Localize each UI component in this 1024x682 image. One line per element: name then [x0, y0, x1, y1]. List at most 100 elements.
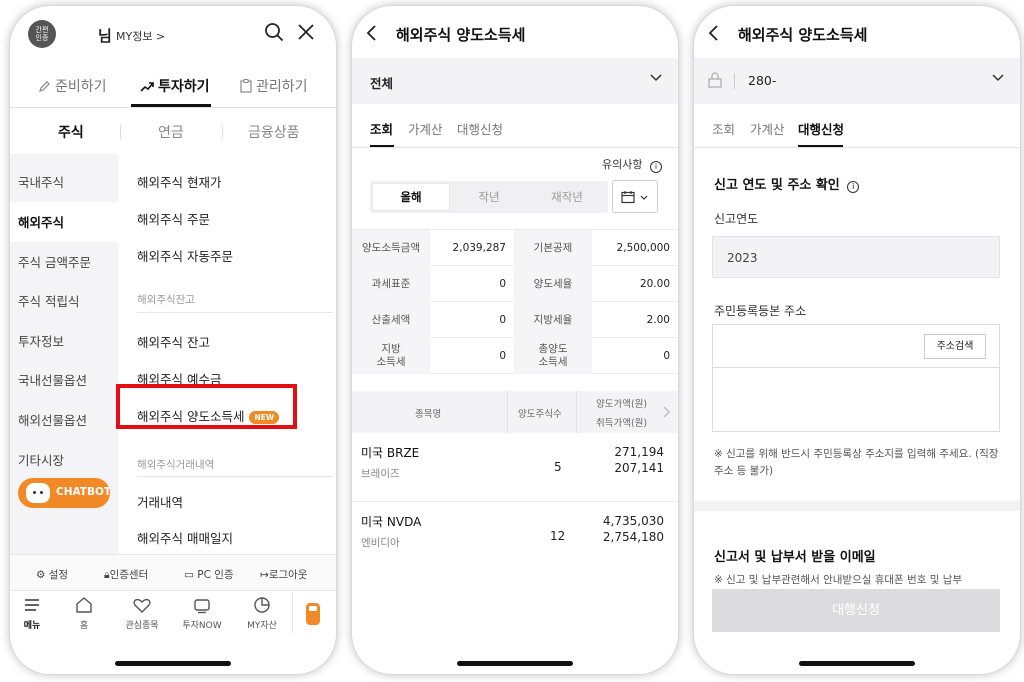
holding-row[interactable]: 미국 NVDA 엔비디아 12 4,735,030 2,754,180: [352, 503, 678, 571]
utility-links: ⚙ 설정 🔒︎인증센터 ▭ PC 인증 ↦로그아웃: [10, 554, 336, 590]
menu-overseas-price[interactable]: 해외주식 현재가: [137, 172, 221, 191]
period-selector: 올해 작년 재작년: [370, 181, 608, 213]
holdings-header-sell: 양도가액(원): [596, 399, 648, 410]
notice-label: 유의사항: [602, 158, 643, 171]
active-tab-indicator: [370, 145, 394, 147]
subtab-financial-products[interactable]: 금융상품: [248, 122, 300, 142]
tabbar-watchlist[interactable]: 관심종목: [112, 595, 172, 631]
logout-link[interactable]: ↦로그아웃: [260, 567, 307, 582]
avatar[interactable]: 간편 인증: [28, 20, 56, 48]
page-title: 해외주식 양도소득세: [396, 26, 526, 44]
tab-estimate[interactable]: 가계산: [408, 119, 443, 138]
agency-request-button[interactable]: 대행신청: [712, 589, 1000, 632]
home-icon: [74, 595, 94, 615]
tab-agency-request[interactable]: 대행신청: [798, 119, 844, 138]
account-dropdown-value: 전체: [370, 76, 394, 91]
settings-label: 설정: [48, 569, 69, 581]
tax-summary-table: 양도소득금액 2,039,287 기본공제 2,500,000 과세표준 0 양…: [352, 229, 678, 374]
divider: [222, 125, 223, 139]
tab-inquiry[interactable]: 조회: [370, 119, 393, 138]
period-two-years-ago[interactable]: 재작년: [529, 184, 605, 210]
tabbar-invest-now[interactable]: 투자NOW: [172, 595, 232, 631]
holdings-header-buy: 취득가액(원): [596, 418, 648, 429]
tabbar-my-assets[interactable]: MY자산: [232, 595, 292, 631]
account-dropdown[interactable]: 전체: [352, 58, 678, 104]
trend-icon: [140, 81, 154, 97]
page-title: 해외주식 양도소득세: [738, 26, 868, 44]
menu-overseas-auto-order[interactable]: 해외주식 자동주문: [137, 246, 233, 265]
menu-transaction-history[interactable]: 거래내역: [137, 492, 183, 511]
category-amount-order[interactable]: 주식 금액주문: [18, 252, 91, 271]
subtab-stock[interactable]: 주식: [58, 122, 84, 142]
summary-value: 0: [499, 278, 506, 290]
summary-label: 과세표준: [352, 266, 430, 302]
my-info-link[interactable]: MY정보 >: [116, 28, 165, 44]
tab-prepare[interactable]: 준비하기: [38, 76, 107, 97]
table-row: 산출세액 0 지방세율 2.00: [352, 302, 678, 338]
phone-tax-inquiry-screen: 해외주식 양도소득세 전체 조회 가계산 대행신청 유의사항 i 올해 작년 재…: [352, 6, 678, 674]
heart-icon: [132, 595, 152, 615]
tab-manage[interactable]: 관리하기: [240, 76, 308, 97]
holding-row[interactable]: 미국 BRZE 브레이즈 5 271,194 207,141: [352, 434, 678, 502]
holding-sell-amount: 4,735,030: [602, 514, 664, 528]
category-domestic-futures[interactable]: 국내선물옵션: [18, 370, 87, 389]
pc-cert-link[interactable]: ▭ PC 인증: [184, 567, 234, 582]
phone-app-icon[interactable]: [306, 603, 320, 625]
tv-icon: [192, 595, 212, 615]
cert-center-link[interactable]: 🔒︎인증센터: [104, 567, 148, 582]
tab-inquiry[interactable]: 조회: [712, 119, 735, 138]
home-indicator: [457, 661, 573, 666]
summary-label: 지방세율: [514, 302, 592, 338]
pencil-icon: [38, 80, 51, 97]
category-overseas-futures[interactable]: 해외선물옵션: [18, 410, 87, 429]
back-icon[interactable]: [708, 25, 720, 41]
close-icon[interactable]: [298, 24, 314, 40]
info-icon[interactable]: i: [847, 181, 860, 193]
search-icon[interactable]: [264, 22, 284, 42]
chatbot-button[interactable]: CHATBOT: [18, 478, 112, 508]
tab-manage-label: 관리하기: [256, 79, 308, 95]
chevron-down-icon: [992, 74, 1004, 82]
chatbot-label: CHATBOT: [56, 486, 112, 498]
tabbar-watchlist-label: 관심종목: [125, 621, 159, 631]
bottom-tab-bar: 메뉴 홈 관심종목 투자NOW MY자산: [10, 590, 336, 636]
tab-invest[interactable]: 투자하기: [140, 76, 210, 97]
back-icon[interactable]: [366, 25, 378, 41]
divider: [292, 593, 293, 633]
period-last-year[interactable]: 작년: [451, 184, 527, 210]
home-indicator: [799, 661, 915, 666]
subtab-pension[interactable]: 연금: [158, 122, 184, 142]
tabbar-home[interactable]: 홈: [54, 595, 114, 631]
summary-value: 0: [663, 350, 670, 362]
holding-sell-amount: 271,194: [614, 445, 664, 459]
chevron-right-icon[interactable]: [663, 406, 670, 418]
category-domestic-stock[interactable]: 국내주식: [18, 172, 64, 191]
notice-link[interactable]: 유의사항 i: [602, 156, 662, 173]
menu-overseas-balance[interactable]: 해외주식 잔고: [137, 332, 210, 351]
calendar-button[interactable]: [612, 180, 658, 213]
tax-tabs: 조회 가계산 대행신청: [352, 104, 678, 148]
summary-value: 2.00: [646, 314, 670, 326]
menu-group-header-balance: 해외주식잔고: [137, 294, 195, 306]
account-dropdown[interactable]: 280-: [694, 58, 1020, 104]
pie-chart-icon: [252, 595, 272, 615]
gear-icon: ⚙: [36, 569, 46, 581]
year-field[interactable]: 2023: [712, 236, 1000, 278]
category-investment-info[interactable]: 투자정보: [18, 331, 64, 350]
address-field[interactable]: 주소검색: [712, 324, 1000, 432]
settings-link[interactable]: ⚙ 설정: [36, 567, 68, 582]
summary-label: 지방 소득세: [352, 338, 430, 374]
period-this-year[interactable]: 올해: [373, 184, 449, 210]
holding-subname: 브레이즈: [361, 468, 400, 480]
info-icon: i: [650, 161, 662, 173]
holding-qty: 12: [550, 529, 566, 543]
address-search-button[interactable]: 주소검색: [924, 334, 986, 359]
menu-trading-journal[interactable]: 해외주식 매매일지: [137, 528, 233, 547]
category-installment[interactable]: 주식 적립식: [18, 291, 79, 310]
category-other-markets[interactable]: 기타시장: [18, 450, 64, 469]
menu-overseas-order[interactable]: 해외주식 주문: [137, 209, 210, 228]
user-name: 님: [98, 27, 112, 45]
tab-agency-request[interactable]: 대행신청: [457, 119, 503, 138]
tab-estimate[interactable]: 가계산: [750, 119, 785, 138]
category-overseas-stock[interactable]: 해외주식: [18, 212, 64, 231]
